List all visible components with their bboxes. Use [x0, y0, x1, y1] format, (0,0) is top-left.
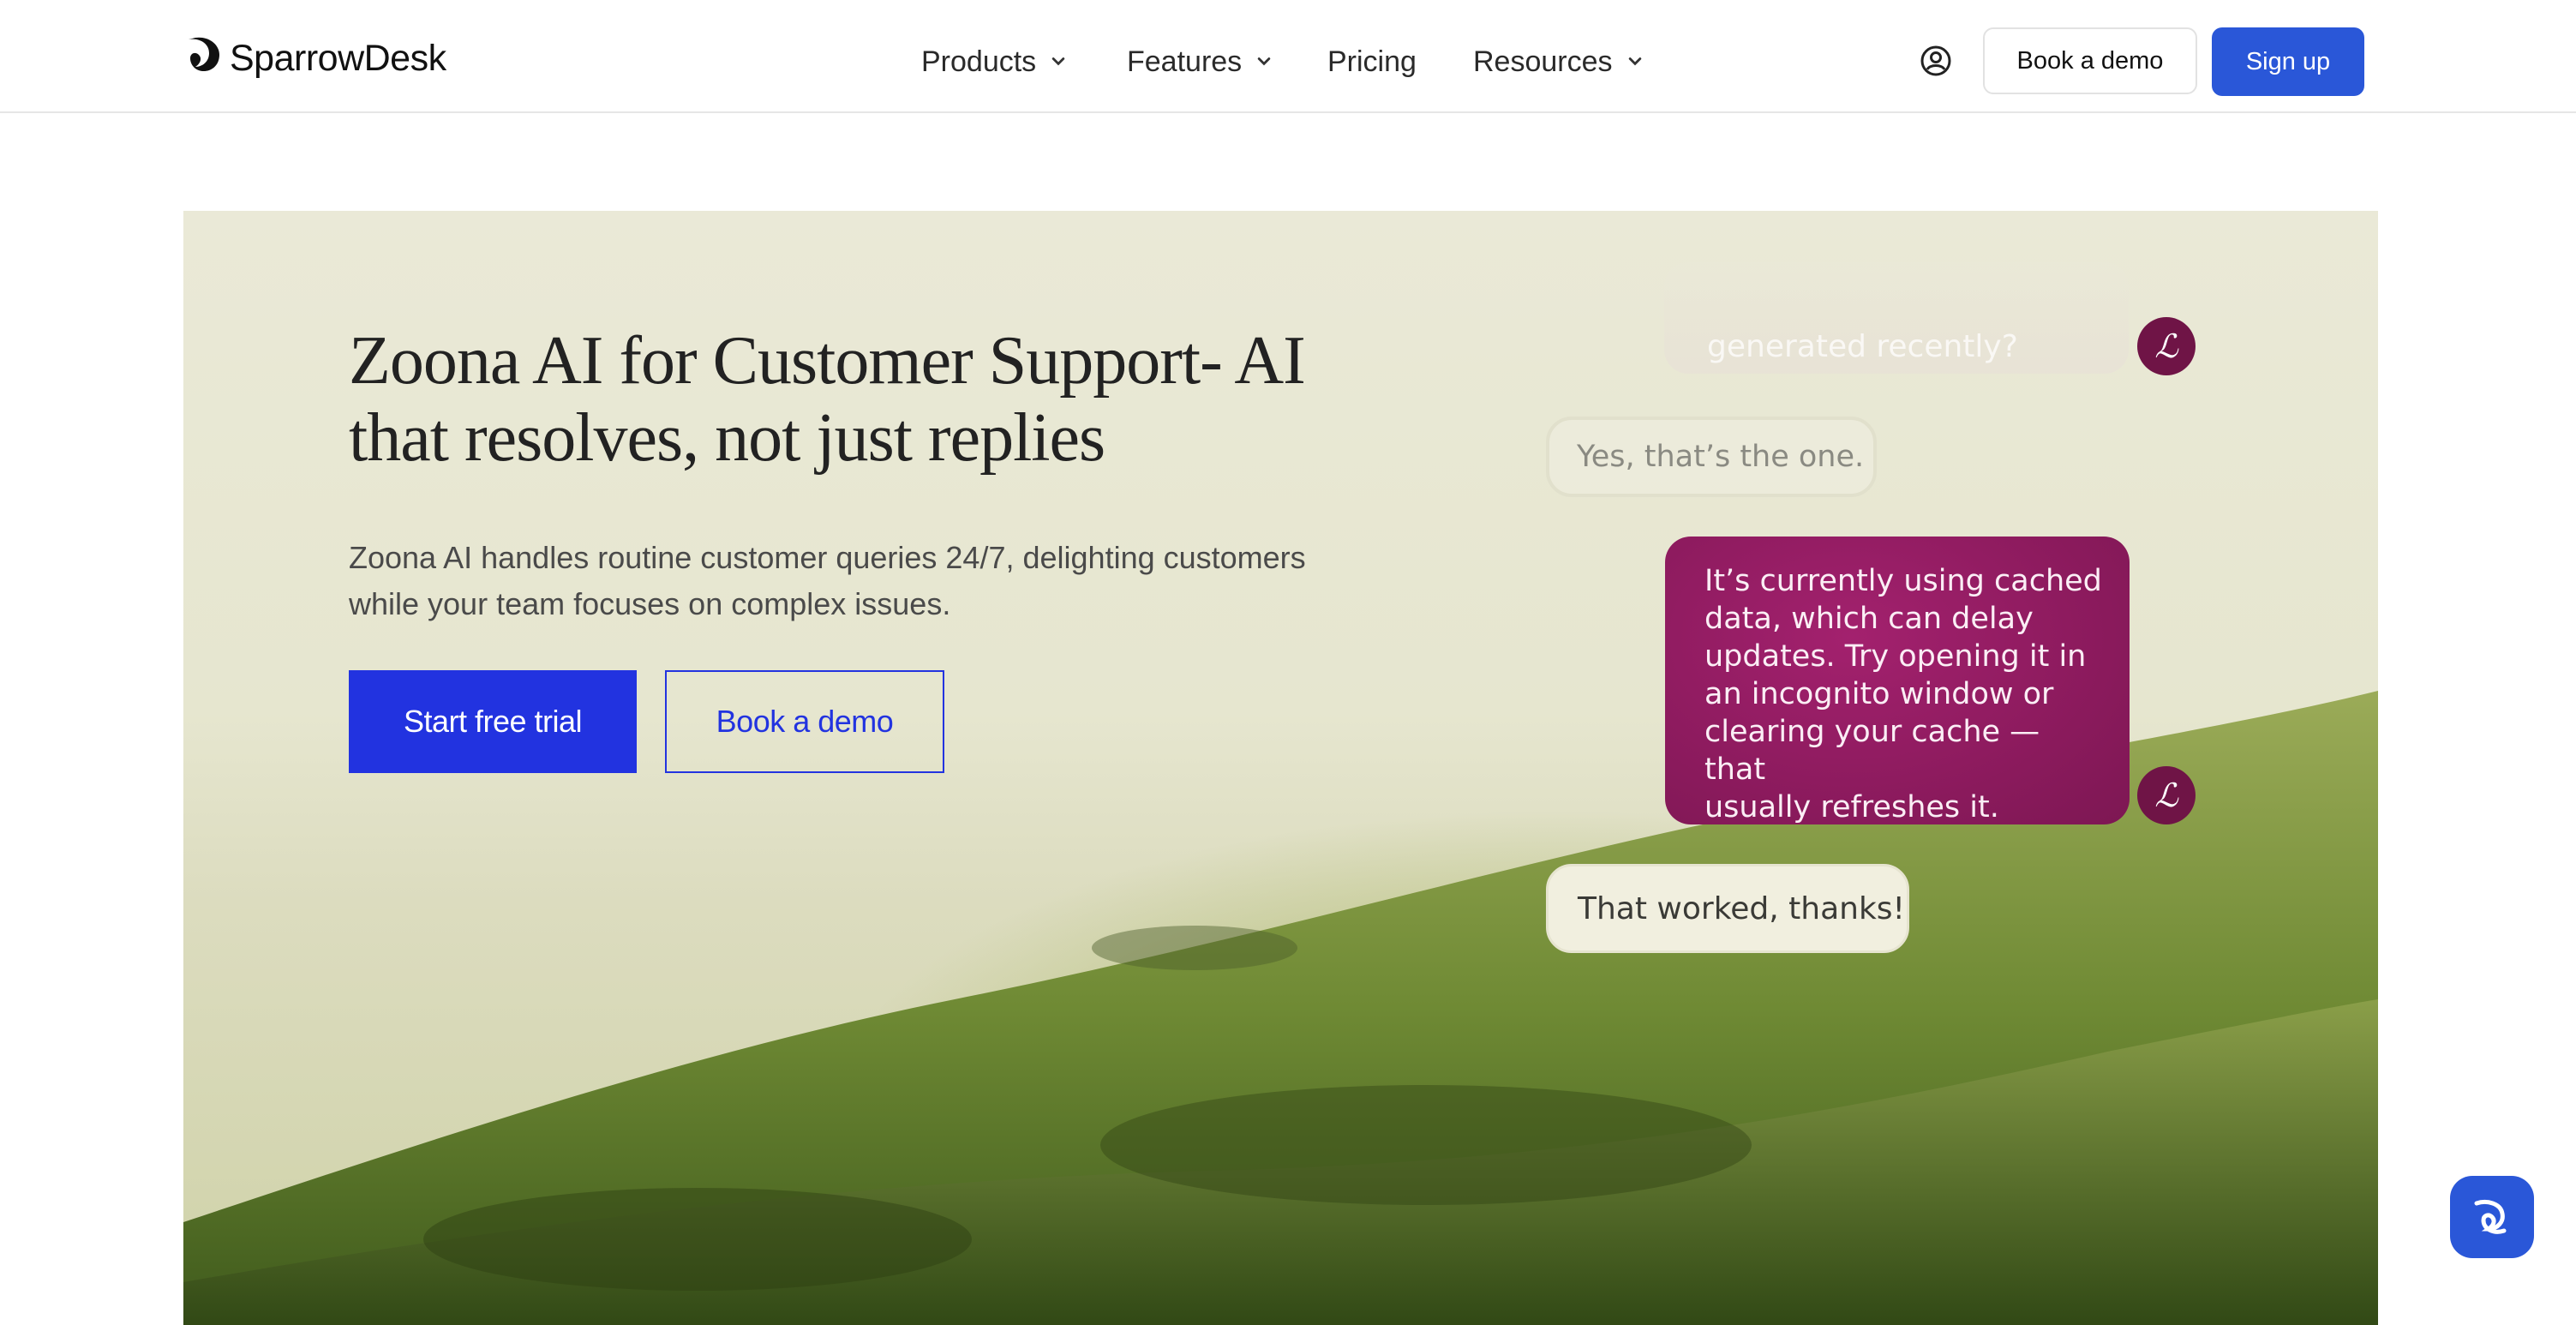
hero-title-line-1: Zoona AI for Customer Support- AI	[349, 323, 1306, 399]
logo-text: SparrowDesk	[230, 37, 446, 79]
agent-line: usually refreshes it.	[1704, 790, 1999, 824]
header-sign-up-button[interactable]: Sign up	[2212, 27, 2364, 96]
account-icon[interactable]	[1920, 45, 1952, 77]
header-book-demo-button[interactable]: Book a demo	[1983, 27, 2197, 94]
nav-products[interactable]: Products	[921, 34, 1070, 89]
hero-title-line-2: that resolves, not just replies	[349, 400, 1105, 476]
start-free-trial-button[interactable]: Start free trial	[349, 670, 637, 773]
user-chat-bubble-2: That worked, thanks!	[1546, 864, 1909, 953]
hero-subtitle-line-2: while your team focuses on complex issue…	[349, 586, 951, 621]
chevron-down-icon	[1257, 57, 1271, 66]
chevron-down-icon	[1051, 57, 1065, 66]
chat-launcher-button[interactable]	[2450, 1176, 2534, 1258]
nav-resources[interactable]: Resources	[1473, 34, 1647, 89]
nav-features[interactable]: Features	[1127, 34, 1276, 89]
nav-products-label: Products	[921, 45, 1037, 78]
agent-avatar: ℒ	[2137, 766, 2196, 824]
hero-subtitle-line-1: Zoona AI handles routine customer querie…	[349, 540, 1306, 575]
site-header: SparrowDesk Products Features Pricing Re…	[0, 0, 2576, 113]
hero-section: Zoona AI for Customer Support- AI that r…	[183, 211, 2378, 1325]
agent-line: data, which can delay	[1704, 602, 2034, 636]
agent-line: clearing your cache — that	[1704, 715, 2040, 787]
sparrowdesk-logo-icon	[189, 37, 219, 72]
agent-line: an incognito window or	[1704, 677, 2054, 711]
nav-resources-label: Resources	[1473, 45, 1613, 78]
agent-line: updates. Try opening it in	[1704, 639, 2087, 674]
hero-subtitle: Zoona AI handles routine customer querie…	[349, 535, 1334, 627]
hero-book-demo-button[interactable]: Book a demo	[665, 670, 944, 773]
nav-pricing-label: Pricing	[1327, 45, 1417, 78]
chat-launcher-icon	[2474, 1200, 2507, 1234]
hero-title: Zoona AI for Customer Support- AI that r…	[349, 322, 1334, 477]
chevron-down-icon	[1628, 57, 1641, 66]
nav-features-label: Features	[1127, 45, 1243, 78]
faded-chat-bubble: generated recently?	[1664, 262, 2129, 374]
sparrowdesk-logo[interactable]: SparrowDesk	[183, 34, 446, 82]
agent-chat-bubble: It’s currently using cached data, which …	[1665, 537, 2130, 824]
agent-avatar: ℒ	[2137, 317, 2196, 375]
agent-line: It’s currently using cached	[1704, 564, 2102, 598]
nav-pricing[interactable]: Pricing	[1327, 34, 1417, 89]
user-chat-bubble-1: Yes, that’s the one.	[1546, 417, 1877, 497]
